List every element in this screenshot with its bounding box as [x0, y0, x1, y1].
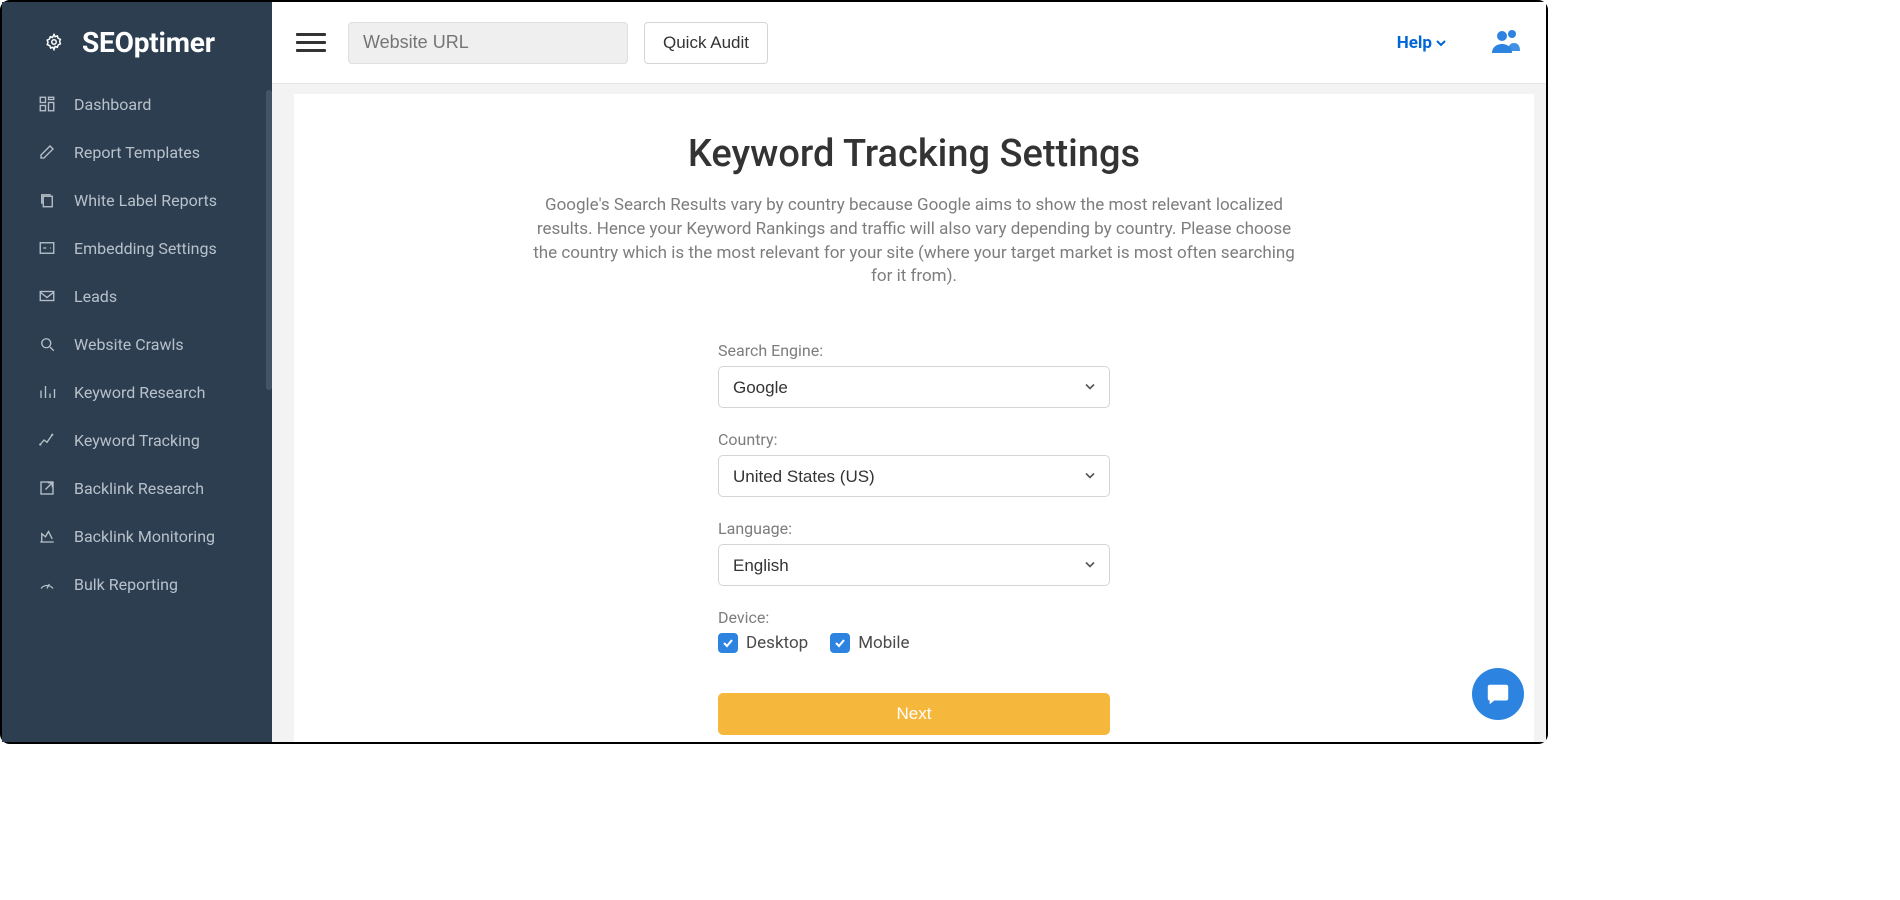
content-area: Keyword Tracking Settings Google's Searc…: [272, 84, 1546, 742]
sidebar-item-label: Leads: [74, 287, 117, 306]
sidebar-item-white-label-reports[interactable]: White Label Reports: [2, 176, 272, 224]
main: Quick Audit Help Keyword Tracking Settin…: [272, 2, 1546, 742]
website-url-input[interactable]: [348, 22, 628, 64]
language-label: Language:: [718, 519, 1110, 538]
chart-icon: [36, 525, 58, 547]
brand-logo[interactable]: SEOptimer: [2, 12, 272, 80]
sidebar-item-label: Bulk Reporting: [74, 575, 178, 594]
sidebar-item-label: Report Templates: [74, 143, 200, 162]
bar-icon: [36, 381, 58, 403]
sidebar-item-label: Website Crawls: [74, 335, 184, 354]
embed-icon: [36, 237, 58, 259]
next-button[interactable]: Next: [718, 693, 1110, 735]
sidebar-item-leads[interactable]: Leads: [2, 272, 272, 320]
page-description: Google's Search Results vary by country …: [524, 194, 1304, 289]
search-engine-label: Search Engine:: [718, 341, 1110, 360]
sidebar-item-label: Dashboard: [74, 95, 151, 114]
brand-name: SEOptimer: [82, 26, 215, 59]
sidebar-item-label: White Label Reports: [74, 191, 217, 210]
help-dropdown[interactable]: Help: [1397, 33, 1446, 53]
external-icon: [36, 477, 58, 499]
copy-icon: [36, 189, 58, 211]
sidebar-item-label: Backlink Monitoring: [74, 527, 215, 546]
sidebar-item-report-templates[interactable]: Report Templates: [2, 128, 272, 176]
country-select[interactable]: United States (US): [718, 455, 1110, 497]
sidebar-item-keyword-research[interactable]: Keyword Research: [2, 368, 272, 416]
help-label: Help: [1397, 33, 1432, 53]
sidebar-item-keyword-tracking[interactable]: Keyword Tracking: [2, 416, 272, 464]
sidebar-item-dashboard[interactable]: Dashboard: [2, 80, 272, 128]
menu-toggle-icon[interactable]: [296, 28, 326, 58]
line-icon: [36, 429, 58, 451]
country-label: Country:: [718, 430, 1110, 449]
sidebar: SEOptimer Dashboard Report Templates White…: [2, 2, 272, 742]
device-label: Device:: [718, 608, 1110, 627]
desktop-checkbox[interactable]: [718, 633, 738, 653]
caret-down-icon: [1436, 33, 1446, 53]
sidebar-item-backlink-monitoring[interactable]: Backlink Monitoring: [2, 512, 272, 560]
language-select[interactable]: English: [718, 544, 1110, 586]
topbar: Quick Audit Help: [272, 2, 1546, 84]
mail-icon: [36, 285, 58, 307]
edit-icon: [36, 141, 58, 163]
sidebar-item-website-crawls[interactable]: Website Crawls: [2, 320, 272, 368]
gear-icon: [36, 24, 72, 60]
chat-widget-icon[interactable]: [1472, 668, 1524, 720]
sidebar-item-label: Keyword Tracking: [74, 431, 200, 450]
search-icon: [36, 333, 58, 355]
settings-form: Search Engine: Google Country: Uni: [718, 341, 1110, 735]
mobile-checkbox[interactable]: [830, 633, 850, 653]
mobile-label: Mobile: [858, 633, 909, 653]
search-engine-select[interactable]: Google: [718, 366, 1110, 408]
sidebar-item-bulk-reporting[interactable]: Bulk Reporting: [2, 560, 272, 608]
sidebar-item-embedding-settings[interactable]: Embedding Settings: [2, 224, 272, 272]
page-title: Keyword Tracking Settings: [688, 132, 1140, 176]
gauge-icon: [36, 573, 58, 595]
sidebar-item-label: Backlink Research: [74, 479, 204, 498]
quick-audit-button[interactable]: Quick Audit: [644, 22, 768, 64]
sidebar-item-label: Embedding Settings: [74, 239, 217, 258]
desktop-label: Desktop: [746, 633, 808, 653]
user-profile-icon[interactable]: [1490, 27, 1522, 59]
sidebar-item-label: Keyword Research: [74, 383, 205, 402]
dashboard-icon: [36, 93, 58, 115]
settings-card: Keyword Tracking Settings Google's Searc…: [294, 94, 1534, 742]
sidebar-item-backlink-research[interactable]: Backlink Research: [2, 464, 272, 512]
